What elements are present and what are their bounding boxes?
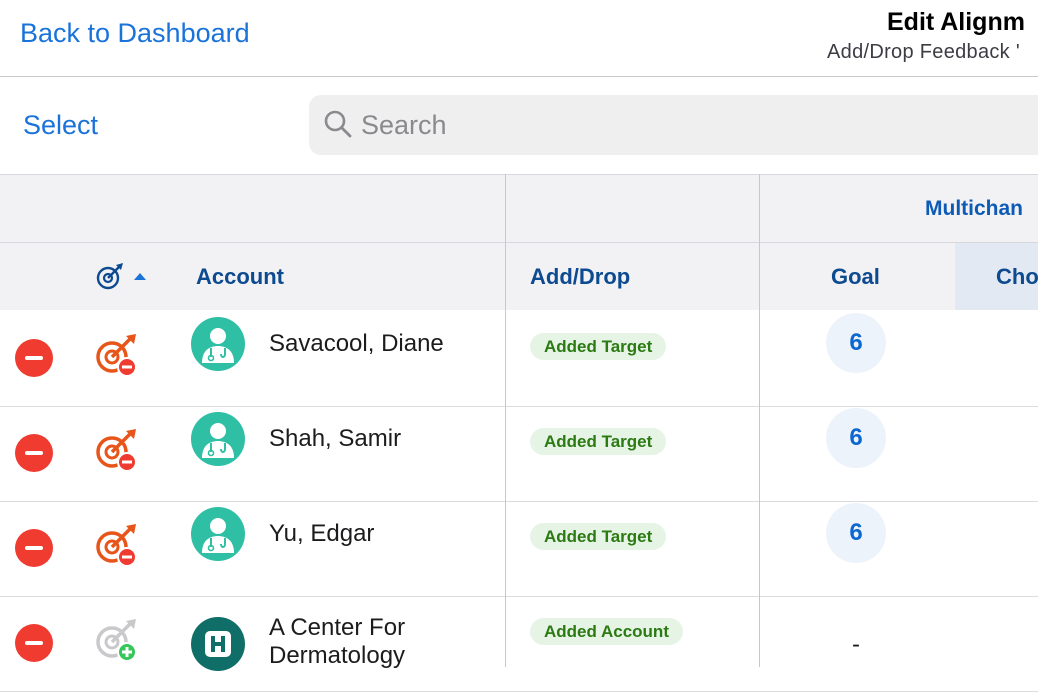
search-icon bbox=[323, 109, 353, 144]
page-subtitle: Add/Drop Feedback ' bbox=[827, 41, 1020, 63]
target-sort-header[interactable] bbox=[96, 262, 152, 292]
remove-target-icon[interactable] bbox=[94, 523, 140, 569]
remove-row-button[interactable] bbox=[15, 624, 53, 662]
goal-value: - bbox=[852, 631, 860, 658]
goal-value[interactable]: 6 bbox=[826, 503, 886, 563]
multichannel-group-header: Multichan bbox=[925, 197, 1023, 220]
doctor-avatar-icon bbox=[191, 507, 245, 561]
search-input[interactable]: Search bbox=[309, 95, 1038, 155]
cho-column-header[interactable]: Cho bbox=[996, 264, 1038, 290]
column-divider bbox=[505, 174, 506, 667]
column-group-header-row bbox=[0, 175, 1038, 243]
column-header-row bbox=[0, 243, 1038, 310]
account-name-line: Dermatology bbox=[269, 642, 406, 669]
doctor-avatar-icon bbox=[191, 412, 245, 466]
account-column-header[interactable]: Account bbox=[196, 264, 284, 290]
column-divider bbox=[759, 174, 760, 667]
table-row[interactable]: Savacool, Diane Added Target 6 bbox=[0, 311, 1038, 407]
account-name[interactable]: Shah, Samir bbox=[269, 425, 401, 453]
account-name[interactable]: Savacool, Diane bbox=[269, 330, 444, 358]
add-drop-column-header[interactable]: Add/Drop bbox=[530, 264, 630, 290]
remove-row-button[interactable] bbox=[15, 529, 53, 567]
hospital-icon bbox=[191, 617, 245, 671]
remove-row-button[interactable] bbox=[15, 434, 53, 472]
account-name[interactable]: A Center For Dermatology bbox=[269, 614, 405, 670]
goal-value[interactable]: 6 bbox=[826, 313, 886, 373]
remove-target-icon[interactable] bbox=[94, 428, 140, 474]
goal-column-header[interactable]: Goal bbox=[831, 264, 880, 290]
status-badge: Added Account bbox=[530, 618, 683, 645]
add-target-icon[interactable] bbox=[94, 618, 140, 664]
table-row[interactable]: A Center For Dermatology Added Account - bbox=[0, 596, 1038, 692]
page-title: Edit Alignm bbox=[887, 8, 1025, 36]
navigation-bar: Back to Dashboard Edit Alignm Add/Drop F… bbox=[0, 0, 1038, 77]
status-badge: Added Target bbox=[530, 333, 667, 360]
remove-row-button[interactable] bbox=[15, 339, 53, 377]
back-to-dashboard-link[interactable]: Back to Dashboard bbox=[20, 18, 250, 49]
goal-value[interactable]: 6 bbox=[826, 408, 886, 468]
account-name[interactable]: Yu, Edgar bbox=[269, 520, 374, 548]
table-row[interactable]: Yu, Edgar Added Target 6 bbox=[0, 501, 1038, 597]
account-name-line: A Center For bbox=[269, 614, 406, 641]
sort-ascending-icon bbox=[134, 273, 146, 280]
select-button[interactable]: Select bbox=[23, 110, 98, 141]
remove-target-icon[interactable] bbox=[94, 333, 140, 379]
search-placeholder: Search bbox=[361, 110, 447, 140]
table-row[interactable]: Shah, Samir Added Target 6 bbox=[0, 406, 1038, 502]
status-badge: Added Target bbox=[530, 428, 667, 455]
status-badge: Added Target bbox=[530, 523, 667, 550]
doctor-avatar-icon bbox=[191, 317, 245, 371]
